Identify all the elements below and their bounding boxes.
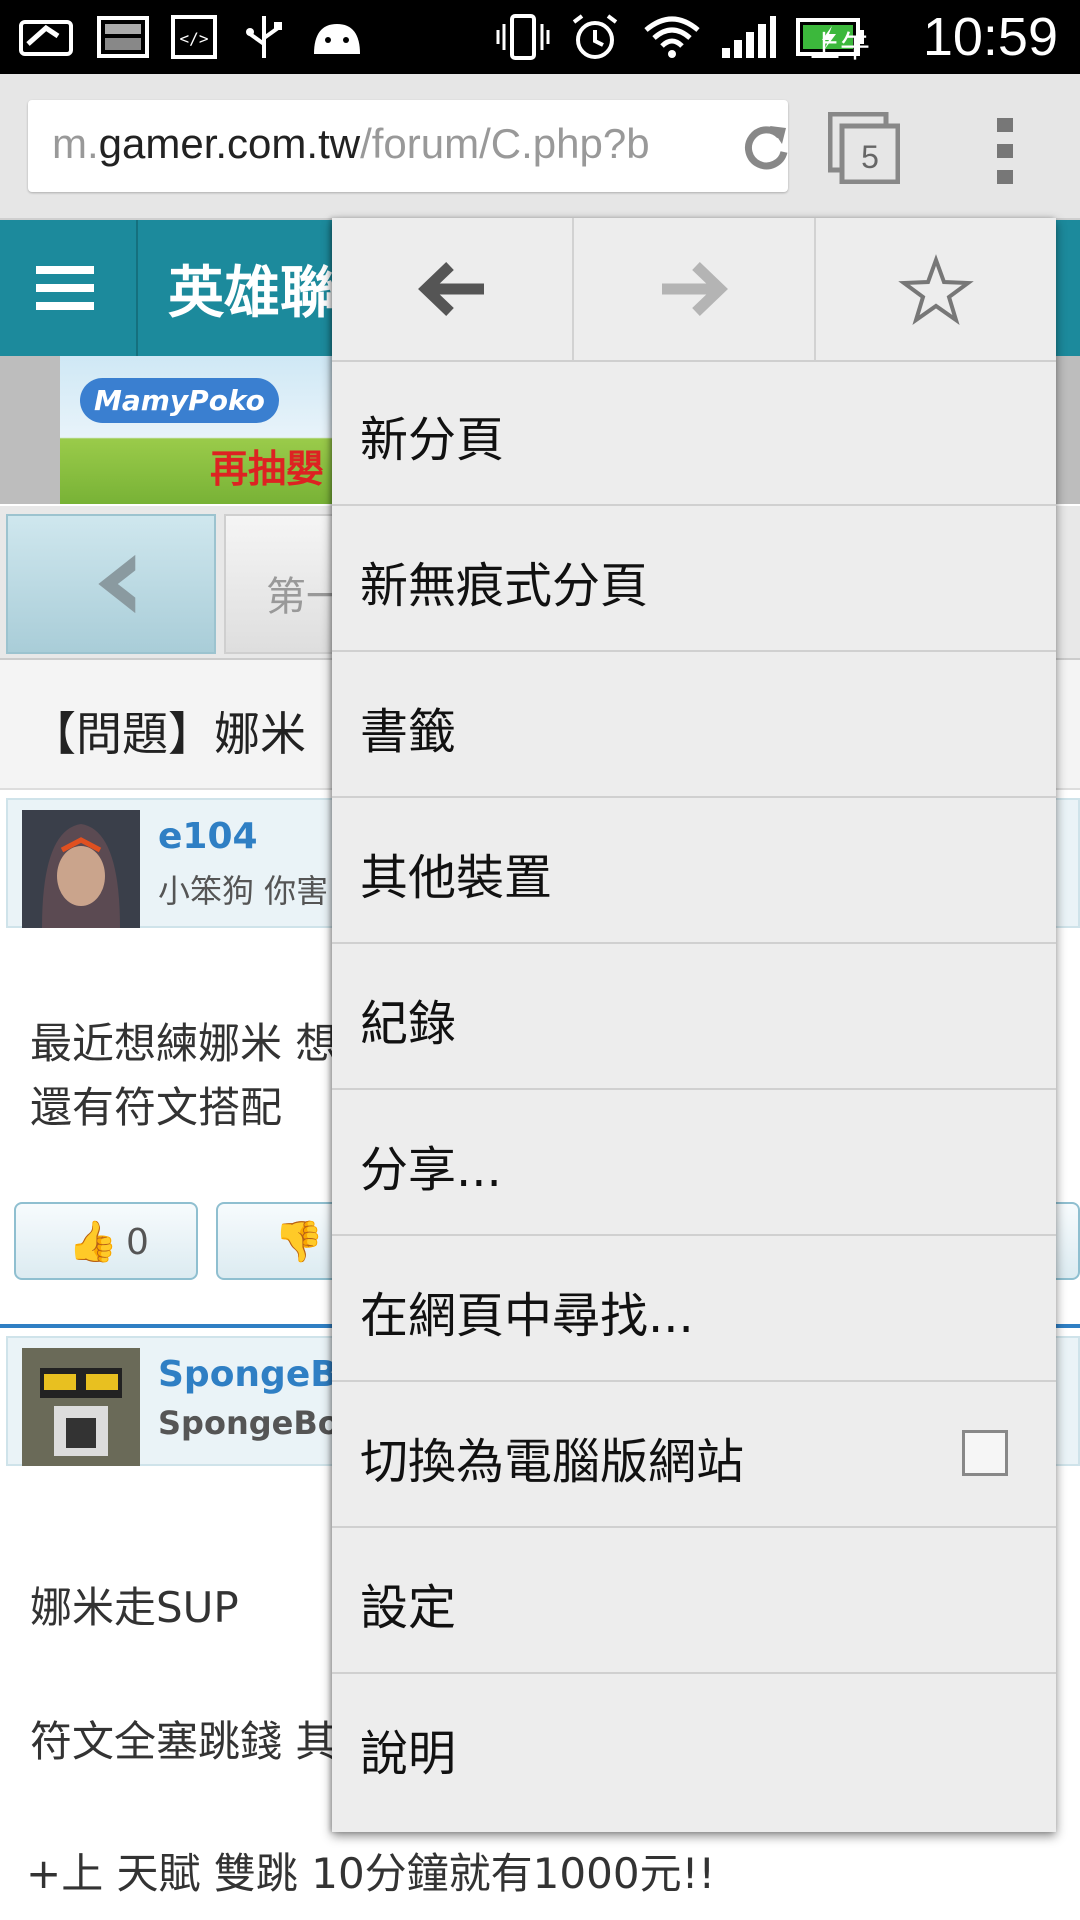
- menu-item-label: 書籤: [360, 704, 457, 760]
- menu-item-share[interactable]: 分享...: [332, 1090, 1056, 1236]
- post-user-subtitle: 小笨狗 你害: [158, 872, 329, 910]
- menu-item-label: 新分頁: [360, 412, 505, 468]
- image-icon: [97, 16, 149, 58]
- star-icon: [898, 254, 974, 325]
- menu-item-history[interactable]: 紀錄: [332, 944, 1056, 1090]
- am-pm-label: 上午: [810, 30, 870, 65]
- back-arrow-icon: [418, 262, 484, 316]
- reload-icon[interactable]: [740, 122, 788, 174]
- notification-icon: [19, 20, 73, 56]
- back-button[interactable]: [332, 218, 572, 360]
- menu-item-request-desktop-site[interactable]: 切換為電腦版網站: [332, 1382, 1056, 1528]
- post-line: 最近想練娜米 想: [30, 1019, 338, 1068]
- ad-text-bottom: 再抽嬰: [210, 447, 325, 491]
- menu-nav-row: [332, 218, 1056, 362]
- tab-switcher-button[interactable]: 5: [828, 112, 900, 184]
- menu-item-help[interactable]: 說明: [332, 1674, 1056, 1820]
- post-line: 符文全塞跳錢 其: [30, 1717, 338, 1766]
- like-count: 0: [126, 1222, 149, 1263]
- post-body: 符文全塞跳錢 其: [30, 1710, 337, 1774]
- menu-item-label: 其他裝置: [360, 850, 553, 906]
- ad-logo: MamyPoko: [80, 378, 279, 423]
- usb-icon: [246, 16, 282, 58]
- forward-arrow-icon: [662, 262, 728, 316]
- svg-text:</>: </>: [180, 29, 209, 48]
- wifi-icon: [644, 16, 700, 58]
- overflow-menu-button[interactable]: [990, 116, 1020, 186]
- vibrate-icon: [496, 14, 550, 60]
- post-username[interactable]: e104: [158, 816, 258, 857]
- menu-item-label: 分享...: [360, 1142, 502, 1198]
- menu-item-settings[interactable]: 設定: [332, 1528, 1056, 1674]
- url-path: /forum/C.php?b: [360, 120, 650, 167]
- bookmark-star-button[interactable]: [816, 218, 1056, 360]
- alarm-icon: [572, 14, 618, 59]
- menu-item-label: 在網頁中尋找...: [360, 1288, 694, 1344]
- browser-toolbar: m.gamer.com.tw/forum/C.php?b 5: [0, 74, 1080, 220]
- menu-item-label: 說明: [360, 1726, 457, 1782]
- android-icon: [314, 24, 360, 54]
- avatar[interactable]: [22, 810, 140, 928]
- url-domain: gamer.com.tw: [98, 120, 361, 167]
- signal-icon: [722, 16, 776, 58]
- post-line: 娜米走SUP: [30, 1583, 239, 1632]
- url-text[interactable]: m.gamer.com.tw/forum/C.php?b: [52, 120, 650, 168]
- menu-item-label: 設定: [360, 1580, 457, 1636]
- hamburger-menu-button[interactable]: [0, 220, 138, 356]
- overflow-menu: 新分頁 新無痕式分頁 書籤 其他裝置 紀錄 分享... 在網頁中尋找... 切換…: [332, 218, 1056, 1832]
- post-body: 最近想練娜米 想 還有符文搭配: [30, 1012, 337, 1140]
- site-title: 英雄聯: [168, 261, 336, 326]
- chevron-left-icon: [98, 554, 136, 614]
- post-line: 還有符文搭配: [30, 1083, 283, 1132]
- clock: 10:59: [922, 7, 1058, 67]
- post-line: +上 天賦 雙跳 10分鐘就有1000元!!: [26, 1849, 716, 1898]
- like-button[interactable]: 👍 0: [14, 1202, 198, 1280]
- post-body: 娜米走SUP: [30, 1576, 239, 1640]
- menu-item-find-in-page[interactable]: 在網頁中尋找...: [332, 1236, 1056, 1382]
- url-bar[interactable]: m.gamer.com.tw/forum/C.php?b: [28, 100, 788, 192]
- menu-item-label: 紀錄: [360, 996, 457, 1052]
- avatar[interactable]: [22, 1348, 140, 1466]
- thumbs-up-icon: 👍: [68, 1219, 118, 1265]
- menu-item-label: 新無痕式分頁: [360, 558, 649, 614]
- code-icon: </>: [171, 15, 217, 59]
- pager-prev-button[interactable]: [6, 514, 216, 654]
- desktop-site-checkbox[interactable]: [962, 1430, 1008, 1476]
- menu-item-new-tab[interactable]: 新分頁: [332, 360, 1056, 506]
- status-bar: </> 上午 10:59: [0, 0, 1080, 74]
- menu-item-other-devices[interactable]: 其他裝置: [332, 798, 1056, 944]
- menu-item-bookmarks[interactable]: 書籤: [332, 652, 1056, 798]
- menu-item-label: 切換為電腦版網站: [360, 1434, 745, 1490]
- menu-item-new-incognito-tab[interactable]: 新無痕式分頁: [332, 506, 1056, 652]
- hamburger-icon: [36, 266, 94, 310]
- tab-count: 5: [861, 139, 879, 175]
- thumbs-down-icon: 👎: [274, 1219, 324, 1265]
- post-body: +上 天賦 雙跳 10分鐘就有1000元!!: [26, 1842, 715, 1906]
- url-prefix: m.: [52, 120, 99, 167]
- forward-button[interactable]: [574, 218, 814, 360]
